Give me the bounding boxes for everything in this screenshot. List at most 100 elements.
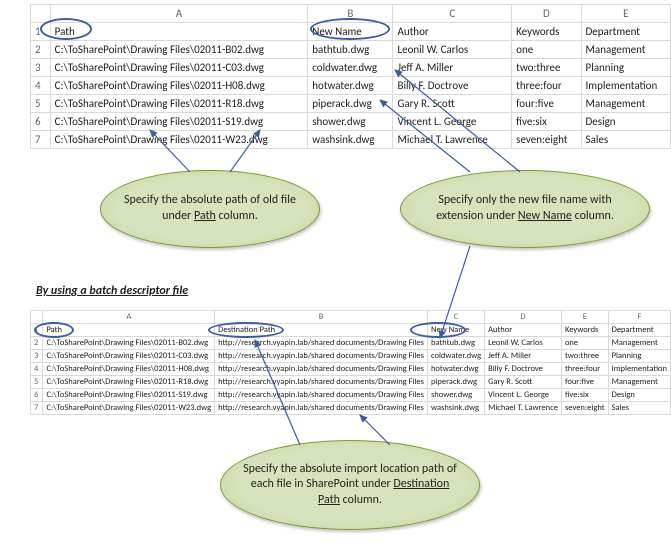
cell-department[interactable]: Management — [581, 41, 670, 59]
cell-new-name[interactable]: piperack.dwg — [308, 95, 393, 113]
col-letter: A — [50, 5, 308, 23]
callout-underline: Path — [194, 209, 216, 223]
cell-new-name[interactable]: washsink.dwg — [427, 402, 484, 415]
cell-path[interactable]: C:\ToSharePoint\Drawing Files\02011-C03.… — [43, 350, 215, 363]
cell-author[interactable]: Billy F. Doctrove — [485, 363, 562, 376]
table-row: 6 C:\ToSharePoint\Drawing Files\02011-S1… — [31, 113, 671, 131]
cell-dest[interactable]: http://research.vyapin.lab/shared docume… — [215, 389, 428, 402]
cell-keywords[interactable]: two:three — [561, 350, 608, 363]
row-number: 2 — [31, 337, 43, 350]
cell-author[interactable]: Jeff A. Miller — [485, 350, 562, 363]
row-number: 6 — [31, 389, 43, 402]
table-row: 7 C:\ToSharePoint\Drawing Files\02011-W2… — [31, 402, 671, 415]
cell-path[interactable]: C:\ToSharePoint\Drawing Files\02011-S19.… — [43, 389, 215, 402]
row-number: 5 — [31, 376, 43, 389]
callout-dest: Specify the absolute import location pat… — [220, 440, 480, 530]
cell-keywords[interactable]: one — [561, 337, 608, 350]
cell-author[interactable]: Billy F. Doctrove — [393, 77, 512, 95]
cell-author[interactable]: Leonil W. Carlos — [393, 41, 512, 59]
cell-department[interactable]: Sales — [581, 131, 670, 149]
cell-department[interactable]: Design — [581, 113, 670, 131]
cell-author[interactable]: Vincent L. George — [393, 113, 512, 131]
cell-author[interactable]: Michael T. Lawrence — [485, 402, 562, 415]
header-author[interactable]: Author — [485, 324, 562, 337]
header-author[interactable]: Author — [393, 23, 512, 41]
cell-keywords[interactable]: four:five — [561, 376, 608, 389]
header-department[interactable]: Department — [581, 23, 670, 41]
cell-keywords[interactable]: four:five — [512, 95, 581, 113]
cell-department[interactable]: Management — [608, 337, 670, 350]
cell-author[interactable]: Gary R. Scott — [485, 376, 562, 389]
cell-keywords[interactable]: three:four — [512, 77, 581, 95]
circle-path-header-bottom — [34, 322, 74, 338]
cell-path[interactable]: C:\ToSharePoint\Drawing Files\02011-C03.… — [50, 59, 308, 77]
corner-cell — [31, 311, 43, 324]
cell-path[interactable]: C:\ToSharePoint\Drawing Files\02011-B02.… — [50, 41, 308, 59]
cell-author[interactable]: Leonil W. Carlos — [485, 337, 562, 350]
cell-path[interactable]: C:\ToSharePoint\Drawing Files\02011-H08.… — [50, 77, 308, 95]
header-keywords[interactable]: Keywords — [512, 23, 581, 41]
cell-keywords[interactable]: seven:eight — [561, 402, 608, 415]
header-department[interactable]: Department — [608, 324, 670, 337]
row-number: 4 — [31, 77, 51, 95]
cell-new-name[interactable]: hotwater.dwg — [427, 363, 484, 376]
cell-author[interactable]: Jeff A. Miller — [393, 59, 512, 77]
callout-underline: New Name — [518, 209, 572, 223]
cell-path[interactable]: C:\ToSharePoint\Drawing Files\02011-R18.… — [50, 95, 308, 113]
cell-new-name[interactable]: coldwater.dwg — [427, 350, 484, 363]
cell-path[interactable]: C:\ToSharePoint\Drawing Files\02011-W23.… — [43, 402, 215, 415]
cell-new-name[interactable]: coldwater.dwg — [308, 59, 393, 77]
cell-new-name[interactable]: shower.dwg — [427, 389, 484, 402]
row-number: 3 — [31, 350, 43, 363]
cell-department[interactable]: Implementation — [581, 77, 670, 95]
corner-cell — [31, 5, 51, 23]
cell-new-name[interactable]: hotwater.dwg — [308, 77, 393, 95]
cell-dest[interactable]: http://research.vyapin.lab/shared docume… — [215, 402, 428, 415]
cell-author[interactable]: Gary R. Scott — [393, 95, 512, 113]
spreadsheet-bottom: A B C D E F 1 Path Destination Path New … — [30, 310, 671, 415]
cell-department[interactable]: Management — [608, 376, 670, 389]
header-keywords[interactable]: Keywords — [561, 324, 608, 337]
cell-new-name[interactable]: bathtub.dwg — [308, 41, 393, 59]
col-letter: D — [485, 311, 562, 324]
cell-author[interactable]: Michael T. Lawrence — [393, 131, 512, 149]
cell-new-name[interactable]: piperack.dwg — [427, 376, 484, 389]
cell-keywords[interactable]: one — [512, 41, 581, 59]
cell-new-name[interactable]: washsink.dwg — [308, 131, 393, 149]
cell-keywords[interactable]: five:six — [561, 389, 608, 402]
col-letter: D — [512, 5, 581, 23]
row-number: 5 — [31, 95, 51, 113]
table-row: 3 C:\ToSharePoint\Drawing Files\02011-C0… — [31, 59, 671, 77]
cell-department[interactable]: Management — [581, 95, 670, 113]
cell-new-name[interactable]: shower.dwg — [308, 113, 393, 131]
cell-department[interactable]: Design — [608, 389, 670, 402]
cell-keywords[interactable]: three:four — [561, 363, 608, 376]
cell-keywords[interactable]: five:six — [512, 113, 581, 131]
cell-path[interactable]: C:\ToSharePoint\Drawing Files\02011-W23.… — [50, 131, 308, 149]
cell-department[interactable]: Implementation — [608, 363, 670, 376]
cell-path[interactable]: C:\ToSharePoint\Drawing Files\02011-B02.… — [43, 337, 215, 350]
cell-department[interactable]: Planning — [581, 59, 670, 77]
cell-path[interactable]: C:\ToSharePoint\Drawing Files\02011-S19.… — [50, 113, 308, 131]
cell-new-name[interactable]: bathtub.dwg — [427, 337, 484, 350]
cell-keywords[interactable]: seven:eight — [512, 131, 581, 149]
circle-newname-header-top — [310, 18, 390, 40]
table-row: 5 C:\ToSharePoint\Drawing Files\02011-R1… — [31, 376, 671, 389]
table-row: 3 C:\ToSharePoint\Drawing Files\02011-C0… — [31, 350, 671, 363]
cell-path[interactable]: C:\ToSharePoint\Drawing Files\02011-H08.… — [43, 363, 215, 376]
cell-dest[interactable]: http://research.vyapin.lab/shared docume… — [215, 376, 428, 389]
cell-author[interactable]: Vincent L. George — [485, 389, 562, 402]
cell-keywords[interactable]: two:three — [512, 59, 581, 77]
row-number: 2 — [31, 41, 51, 59]
cell-dest[interactable]: http://research.vyapin.lab/shared docume… — [215, 363, 428, 376]
cell-dest[interactable]: http://research.vyapin.lab/shared docume… — [215, 337, 428, 350]
cell-path[interactable]: C:\ToSharePoint\Drawing Files\02011-R18.… — [43, 376, 215, 389]
circle-newname-header-bottom — [410, 322, 466, 338]
cell-dest[interactable]: http://research.vyapin.lab/shared docume… — [215, 350, 428, 363]
cell-department[interactable]: Sales — [608, 402, 670, 415]
table-row: 7 C:\ToSharePoint\Drawing Files\02011-W2… — [31, 131, 671, 149]
row-number: 6 — [31, 113, 51, 131]
table-row: 2 C:\ToSharePoint\Drawing Files\02011-B0… — [31, 337, 671, 350]
col-letter: E — [561, 311, 608, 324]
cell-department[interactable]: Planning — [608, 350, 670, 363]
